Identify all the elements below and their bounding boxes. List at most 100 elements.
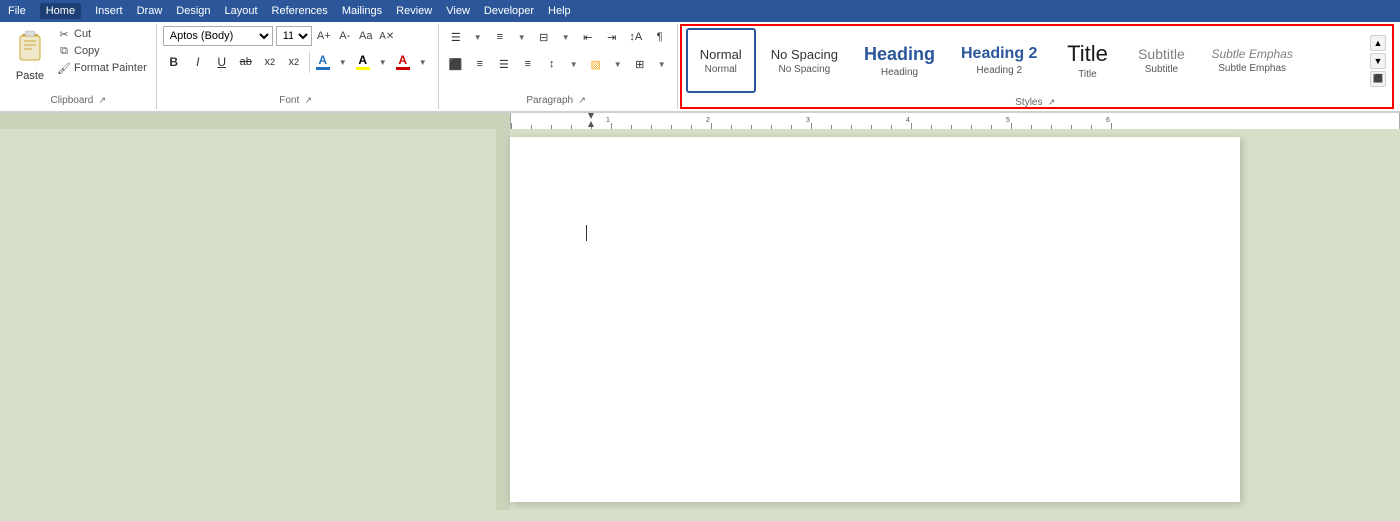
style-heading2-item[interactable]: Heading 2 Heading 2: [950, 28, 1048, 93]
layout-menu[interactable]: Layout: [225, 5, 258, 17]
strikethrough-button[interactable]: ab: [235, 51, 257, 73]
styles-expand-icon[interactable]: ↗: [1044, 95, 1058, 109]
line-spacing-dropdown[interactable]: ▼: [565, 55, 583, 73]
style-heading2-display: Heading 2: [961, 45, 1037, 63]
style-no-spacing-item[interactable]: No Spacing No Spacing: [760, 28, 849, 93]
developer-menu[interactable]: Developer: [484, 5, 534, 17]
vertical-ruler: [496, 129, 510, 510]
styles-scroll-buttons: ▲ ▼ ⬛: [1368, 28, 1388, 93]
home-menu[interactable]: Home: [40, 3, 81, 19]
design-menu[interactable]: Design: [176, 5, 210, 17]
styles-scroll-down-button[interactable]: ▼: [1370, 53, 1386, 69]
paragraph-expand-icon[interactable]: ↗: [575, 93, 589, 107]
align-left-button[interactable]: ⬛: [445, 53, 467, 75]
styles-content: Normal Normal No Spacing No Spacing Head…: [686, 28, 1368, 93]
style-title-label: Title: [1078, 69, 1097, 80]
text-color-button[interactable]: A: [394, 52, 412, 72]
references-menu[interactable]: References: [272, 5, 328, 17]
clear-formatting-button[interactable]: A✕: [378, 27, 396, 45]
justify-button[interactable]: ≡: [517, 53, 539, 75]
sort-button[interactable]: ↕A: [625, 26, 647, 48]
style-subtitle-item[interactable]: Subtitle Subtitle: [1126, 28, 1196, 93]
align-center-button[interactable]: ≡: [469, 53, 491, 75]
paragraph-group-label: Paragraph: [526, 95, 573, 106]
style-heading2-label: Heading 2: [976, 65, 1022, 76]
menu-bar: File Home Insert Draw Design Layout Refe…: [0, 0, 1400, 22]
clipboard-expand-icon[interactable]: ↗: [95, 93, 109, 107]
format-painter-button[interactable]: 🖌 Format Painter: [54, 60, 150, 76]
svg-text:6: 6: [1106, 117, 1110, 124]
styles-expand-button[interactable]: ⬛: [1370, 71, 1386, 87]
review-menu[interactable]: Review: [396, 5, 432, 17]
font-family-select[interactable]: Aptos (Body): [163, 26, 273, 46]
multilevel-button[interactable]: ⊟: [533, 26, 555, 48]
style-subtle-emphasis-item[interactable]: Subtle Emphas Subtle Emphas: [1200, 28, 1303, 93]
style-no-spacing-display: No Spacing: [771, 47, 838, 62]
change-case-button[interactable]: Aa: [357, 27, 375, 45]
highlight-icon: A: [358, 54, 367, 66]
line-spacing-button[interactable]: ↕: [541, 53, 563, 75]
text-color-icon: A: [398, 54, 407, 66]
style-title-item[interactable]: Title Title: [1052, 28, 1122, 93]
bold-button[interactable]: B: [163, 51, 185, 73]
borders-button[interactable]: ⊞: [629, 53, 651, 75]
svg-text:5: 5: [1006, 117, 1010, 124]
font-expand-icon[interactable]: ↗: [301, 93, 315, 107]
styles-scroll-up-button[interactable]: ▲: [1370, 35, 1386, 51]
copy-icon: ⧉: [57, 44, 71, 58]
style-normal-item[interactable]: Normal Normal: [686, 28, 756, 93]
numbering-button[interactable]: ≡: [489, 26, 511, 48]
help-menu[interactable]: Help: [548, 5, 571, 17]
style-title-display: Title: [1067, 41, 1108, 67]
superscript-button[interactable]: x2: [283, 51, 305, 73]
view-menu[interactable]: View: [446, 5, 470, 17]
style-subtle-emphasis-display: Subtle Emphas: [1211, 47, 1292, 61]
clipboard-sub-buttons: ✂ Cut ⧉ Copy 🖌 Format Painter: [54, 26, 150, 76]
style-subtle-emphasis-label: Subtle Emphas: [1218, 63, 1286, 74]
paste-button[interactable]: Paste: [10, 26, 50, 84]
font-color-button[interactable]: A: [314, 52, 332, 72]
increase-font-size-button[interactable]: A+: [315, 27, 333, 45]
underline-button[interactable]: U: [211, 51, 233, 73]
left-margin: [0, 129, 510, 510]
italic-button[interactable]: I: [187, 51, 209, 73]
svg-text:2: 2: [706, 117, 710, 124]
svg-text:1: 1: [606, 117, 610, 124]
font-color-dropdown[interactable]: ▼: [334, 53, 352, 71]
document-page[interactable]: [510, 137, 1240, 502]
right-margin: [1240, 129, 1400, 510]
highlight-color-button[interactable]: A: [354, 52, 372, 72]
font-top-row: Aptos (Body) 11 A+ A- Aa A✕: [163, 26, 396, 46]
decrease-indent-button[interactable]: ⇤: [577, 26, 599, 48]
bullets-button[interactable]: ☰: [445, 26, 467, 48]
copy-button[interactable]: ⧉ Copy: [54, 43, 150, 59]
highlight-color-bar: [356, 67, 370, 70]
show-hide-button[interactable]: ¶: [649, 26, 671, 48]
draw-menu[interactable]: Draw: [137, 5, 163, 17]
text-color-dropdown[interactable]: ▼: [414, 53, 432, 71]
font-size-select[interactable]: 11: [276, 26, 312, 46]
shading-dropdown[interactable]: ▼: [609, 55, 627, 73]
align-right-button[interactable]: ☰: [493, 53, 515, 75]
multilevel-dropdown[interactable]: ▼: [557, 28, 575, 46]
numbering-dropdown[interactable]: ▼: [513, 28, 531, 46]
subscript-button[interactable]: x2: [259, 51, 281, 73]
bullets-dropdown[interactable]: ▼: [469, 28, 487, 46]
font-group-label: Font: [279, 95, 299, 106]
mailings-menu[interactable]: Mailings: [342, 5, 382, 17]
font-separator: [309, 51, 310, 73]
clipboard-group-label: Clipboard: [50, 95, 93, 106]
style-heading1-item[interactable]: Heading Heading: [853, 28, 946, 93]
borders-dropdown[interactable]: ▼: [653, 55, 671, 73]
ruler-left-margin: [0, 113, 510, 129]
increase-indent-button[interactable]: ⇥: [601, 26, 623, 48]
file-menu[interactable]: File: [8, 5, 26, 17]
insert-menu[interactable]: Insert: [95, 5, 123, 17]
paragraph-bottom-row: ⬛ ≡ ☰ ≡ ↕ ▼ ▨ ▼ ⊞ ▼: [445, 53, 671, 75]
highlight-color-dropdown[interactable]: ▼: [374, 53, 392, 71]
shading-button[interactable]: ▨: [585, 53, 607, 75]
styles-group-label: Styles: [1015, 97, 1042, 108]
cut-button[interactable]: ✂ Cut: [54, 26, 150, 42]
svg-text:3: 3: [806, 117, 810, 124]
decrease-font-size-button[interactable]: A-: [336, 27, 354, 45]
